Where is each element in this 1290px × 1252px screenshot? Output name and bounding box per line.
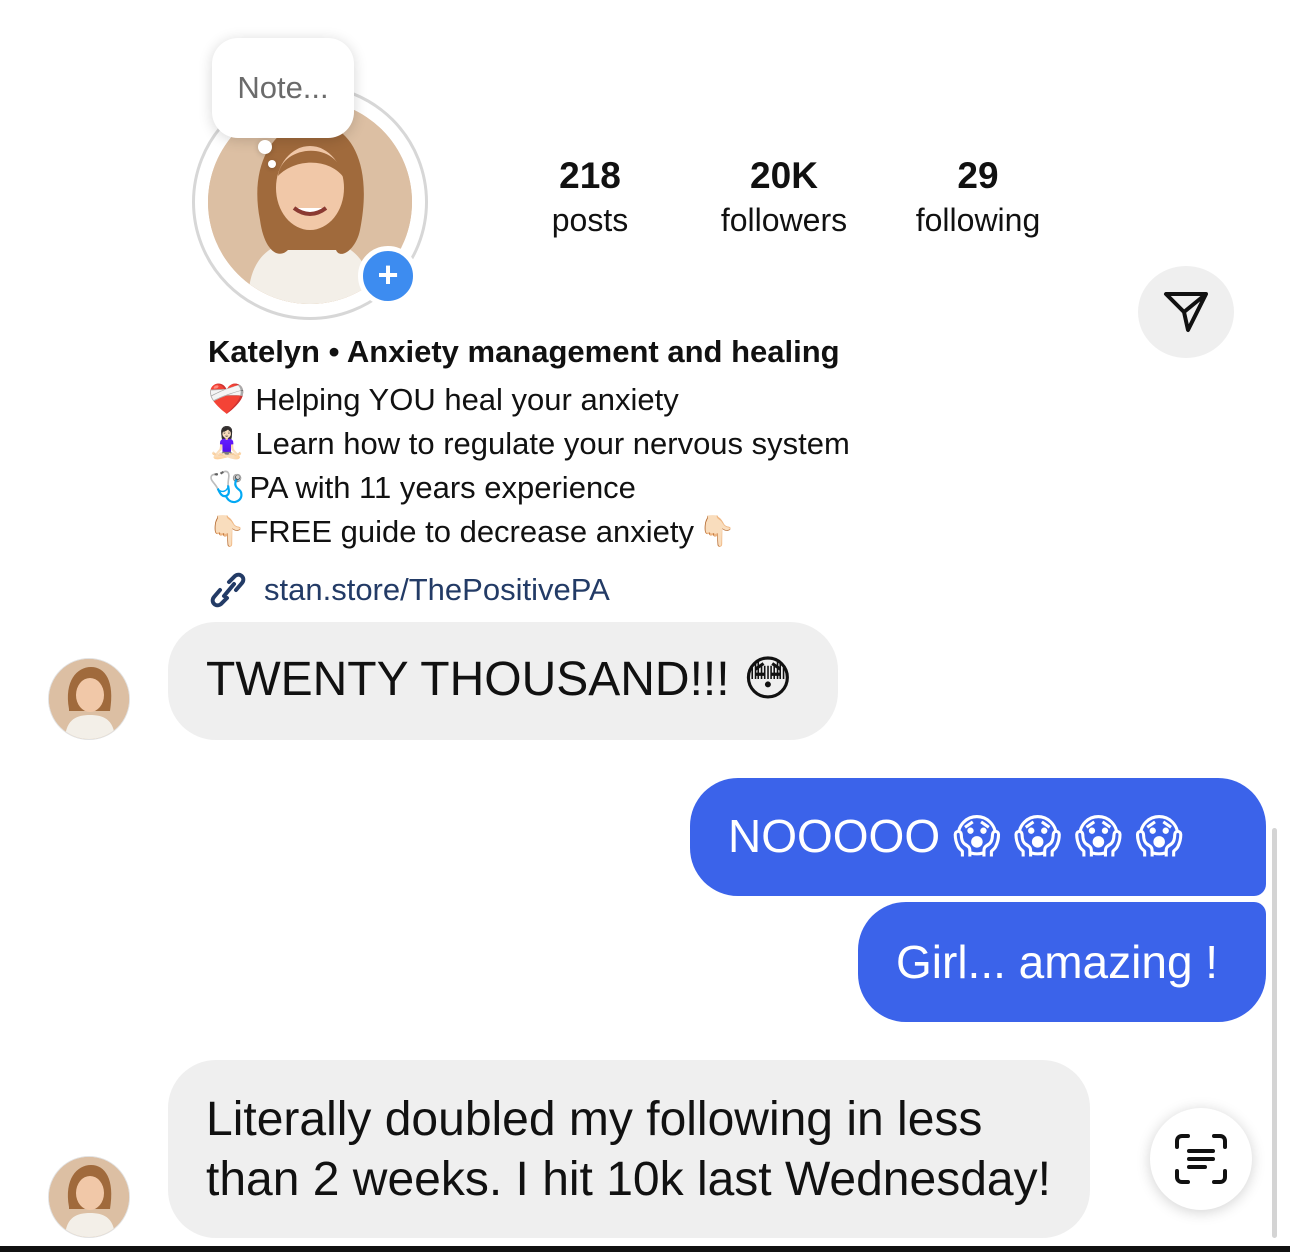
paper-plane-icon xyxy=(1164,292,1208,332)
stat-posts[interactable]: 218 posts xyxy=(490,152,690,240)
stat-following[interactable]: 29 following xyxy=(878,152,1078,240)
scrollbar[interactable] xyxy=(1272,828,1277,1238)
note-tail-dot-small xyxy=(268,160,276,168)
message-incoming[interactable]: TWENTY THOUSAND!!! 😳 xyxy=(168,622,838,740)
sender-avatar[interactable] xyxy=(48,658,130,740)
message-text: NOOOOO 😱 😱 😱 😱 xyxy=(728,810,1184,862)
message-outgoing[interactable]: Girl... amazing ! xyxy=(858,902,1266,1022)
text-scan-icon xyxy=(1175,1134,1227,1184)
message-outgoing[interactable]: NOOOOO 😱 😱 😱 😱 xyxy=(690,778,1266,896)
stat-followers-label: followers xyxy=(720,202,848,238)
bio-link-text: stan.store/ThePositivePA xyxy=(264,572,610,607)
mending-heart-icon: ❤️‍🩹 xyxy=(208,383,246,416)
note-placeholder: Note... xyxy=(237,70,329,105)
stat-posts-label: posts xyxy=(551,202,629,238)
note-bubble[interactable]: Note... xyxy=(212,38,354,138)
pointing-down-icon: 👇🏻 xyxy=(208,515,246,548)
message-text: Girl... amazing ! xyxy=(896,936,1219,988)
bottom-edge xyxy=(0,1246,1290,1252)
profile-name-category: Katelyn • Anxiety management and healing xyxy=(208,334,840,369)
bio-text-1: Helping YOU heal your anxiety xyxy=(255,382,679,417)
stat-followers-value: 20K xyxy=(750,155,818,196)
pointing-down-icon-trailing: 👇🏻 xyxy=(697,515,736,548)
share-profile-button[interactable] xyxy=(1138,266,1234,358)
note-tail-dot xyxy=(258,140,272,154)
bio-link[interactable]: stan.store/ThePositivePA xyxy=(206,570,610,610)
stethoscope-icon: 🩺 xyxy=(208,471,246,504)
sender-avatar[interactable] xyxy=(48,1156,130,1238)
message-text: Literally doubled my following in less t… xyxy=(206,1093,1051,1206)
bio-text-2: Learn how to regulate your nervous syste… xyxy=(255,426,850,461)
link-icon xyxy=(210,572,246,608)
message-incoming[interactable]: Literally doubled my following in less t… xyxy=(168,1060,1090,1238)
plus-icon: + xyxy=(377,254,399,295)
live-text-button[interactable] xyxy=(1150,1108,1252,1210)
bio-line-3: 🩺 PA with 11 years experience xyxy=(208,470,636,506)
add-story-button[interactable]: + xyxy=(358,246,418,306)
stat-posts-value: 218 xyxy=(559,155,621,196)
bio-line-1: ❤️‍🩹 Helping YOU heal your anxiety xyxy=(208,382,679,418)
bio-line-4: 👇🏻 FREE guide to decrease anxiety 👇🏻 xyxy=(208,514,735,550)
bio-text-3: PA with 11 years experience xyxy=(249,470,636,505)
bio-line-2: 🧘🏻‍♀️ Learn how to regulate your nervous… xyxy=(208,426,850,462)
stat-following-label: following xyxy=(915,202,1041,238)
bio-text-4: FREE guide to decrease anxiety xyxy=(249,514,694,549)
message-text: TWENTY THOUSAND!!! 😳 xyxy=(206,653,793,706)
stat-following-value: 29 xyxy=(957,155,999,196)
meditation-icon: 🧘🏻‍♀️ xyxy=(208,427,246,460)
stat-followers[interactable]: 20K followers xyxy=(684,152,884,240)
